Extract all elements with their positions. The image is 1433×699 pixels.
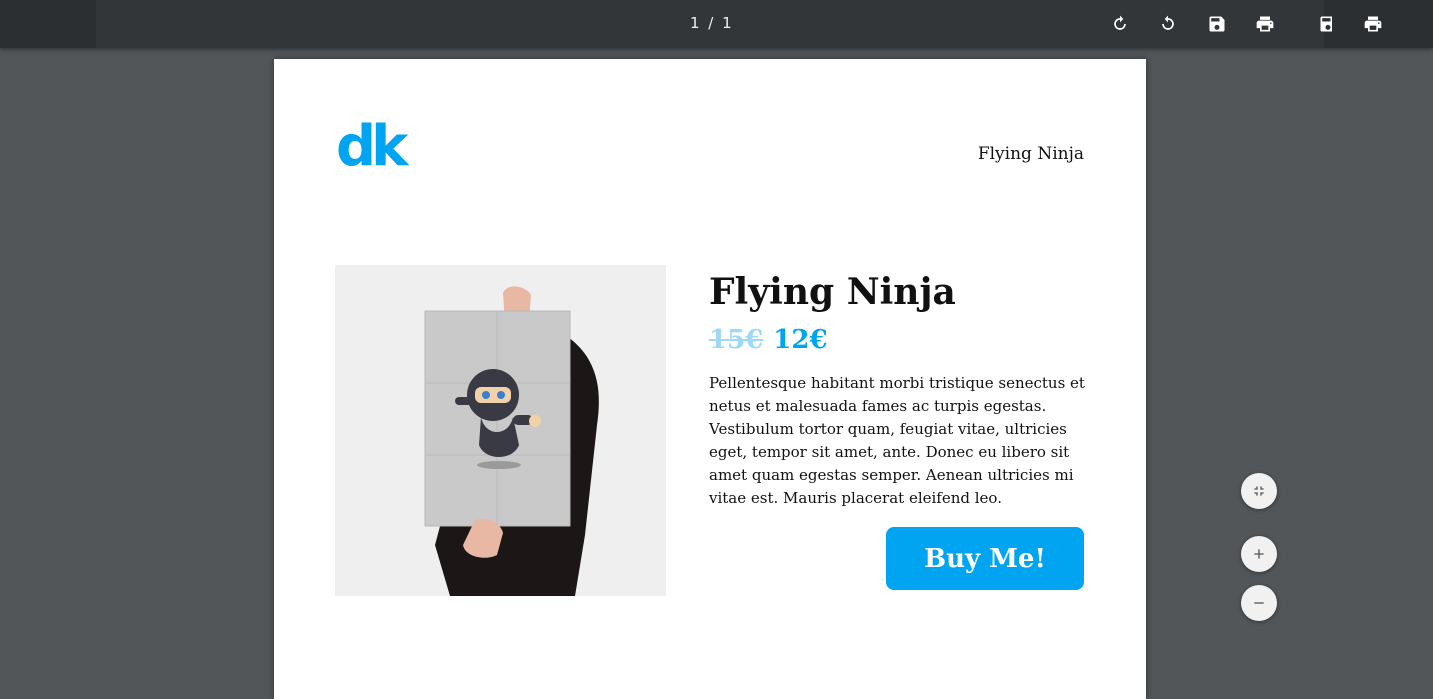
brand-logo: dk <box>336 114 408 179</box>
original-price: 15€ <box>709 325 764 355</box>
print-icon[interactable] <box>1253 12 1277 36</box>
price-row: 15€ 12€ <box>709 325 828 355</box>
product-image <box>335 265 666 596</box>
rotate-clockwise-icon[interactable] <box>1108 12 1132 36</box>
fit-to-page-icon[interactable] <box>1241 473 1277 509</box>
toolbar-left-area <box>0 0 96 48</box>
ninja-poster-illustration <box>335 265 666 596</box>
buy-button[interactable]: Buy Me! <box>886 527 1084 590</box>
save-icon-duplicate[interactable] <box>1318 12 1332 36</box>
sale-price: 12€ <box>773 325 828 355</box>
product-title: Flying Ninja <box>709 271 956 313</box>
page-counter: 1 / 1 <box>690 14 734 32</box>
zoom-out-icon[interactable] <box>1241 585 1277 621</box>
product-description: Pellentesque habitant morbi tristique se… <box>709 374 1085 507</box>
zoom-in-icon[interactable] <box>1241 536 1277 572</box>
print-icon-duplicate[interactable] <box>1361 12 1385 36</box>
rotate-counterclockwise-icon[interactable] <box>1156 12 1180 36</box>
pdf-page: dk Flying Ninja Flying Ninja 15€ 12€ Pel… <box>274 59 1146 699</box>
pdf-toolbar: 1 / 1 <box>0 0 1433 48</box>
header-title: Flying Ninja <box>977 144 1084 164</box>
save-icon[interactable] <box>1205 12 1229 36</box>
